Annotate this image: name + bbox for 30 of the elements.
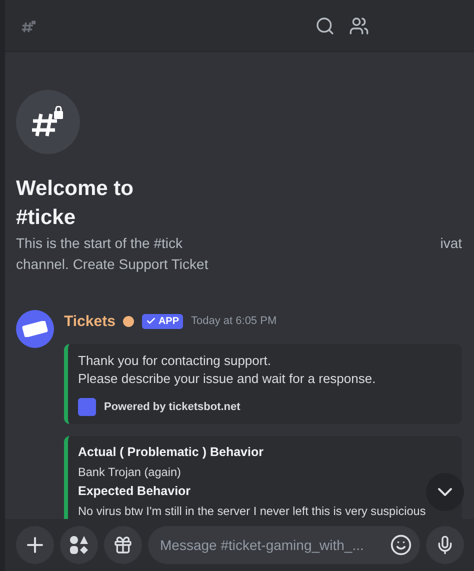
author-name[interactable]: Tickets — [64, 312, 116, 330]
embed-text: Thank you for contacting support. — [78, 352, 272, 370]
field-value: No virus btw I'm still in the server I never left this is very suspicious — [78, 503, 427, 519]
field-name: Actual ( Problematic ) Behavior — [78, 444, 264, 461]
field-name: Expected Behavior — [78, 483, 191, 500]
status-dot — [123, 316, 134, 326]
embed-footer: Powered by ticketsbot.net — [104, 401, 240, 413]
message-input[interactable]: Message #ticket-gaming_with_... — [148, 526, 420, 564]
field-value: Bank Trojan (again) — [78, 464, 182, 481]
apps-button[interactable] — [60, 526, 98, 564]
channel-intro-text: channel. Create Support Ticket — [16, 255, 208, 274]
add-button[interactable] — [16, 526, 54, 564]
microphone-button[interactable] — [426, 526, 464, 564]
members-icon[interactable] — [349, 16, 369, 36]
gift-button[interactable] — [104, 526, 142, 564]
embed-text: Please describe your issue and wait for a response. — [78, 370, 377, 388]
app-tag: APP — [142, 314, 183, 328]
bot-avatar[interactable] — [16, 310, 54, 348]
gift-icon — [113, 535, 133, 555]
shapes-icon — [69, 535, 89, 555]
check-icon — [146, 316, 156, 326]
search-icon[interactable] — [315, 16, 335, 36]
emoji-icon[interactable] — [390, 534, 412, 556]
welcome-title: #ticke — [16, 205, 77, 231]
locked-hash-icon — [21, 18, 37, 32]
locked-hash-icon — [31, 106, 65, 138]
channel-intro-text: ivat — [440, 234, 462, 253]
channel-intro-text: This is the start of the #tick — [16, 234, 183, 253]
welcome-title: Welcome to — [16, 176, 134, 202]
timestamp: Today at 6:05 PM — [191, 315, 277, 327]
